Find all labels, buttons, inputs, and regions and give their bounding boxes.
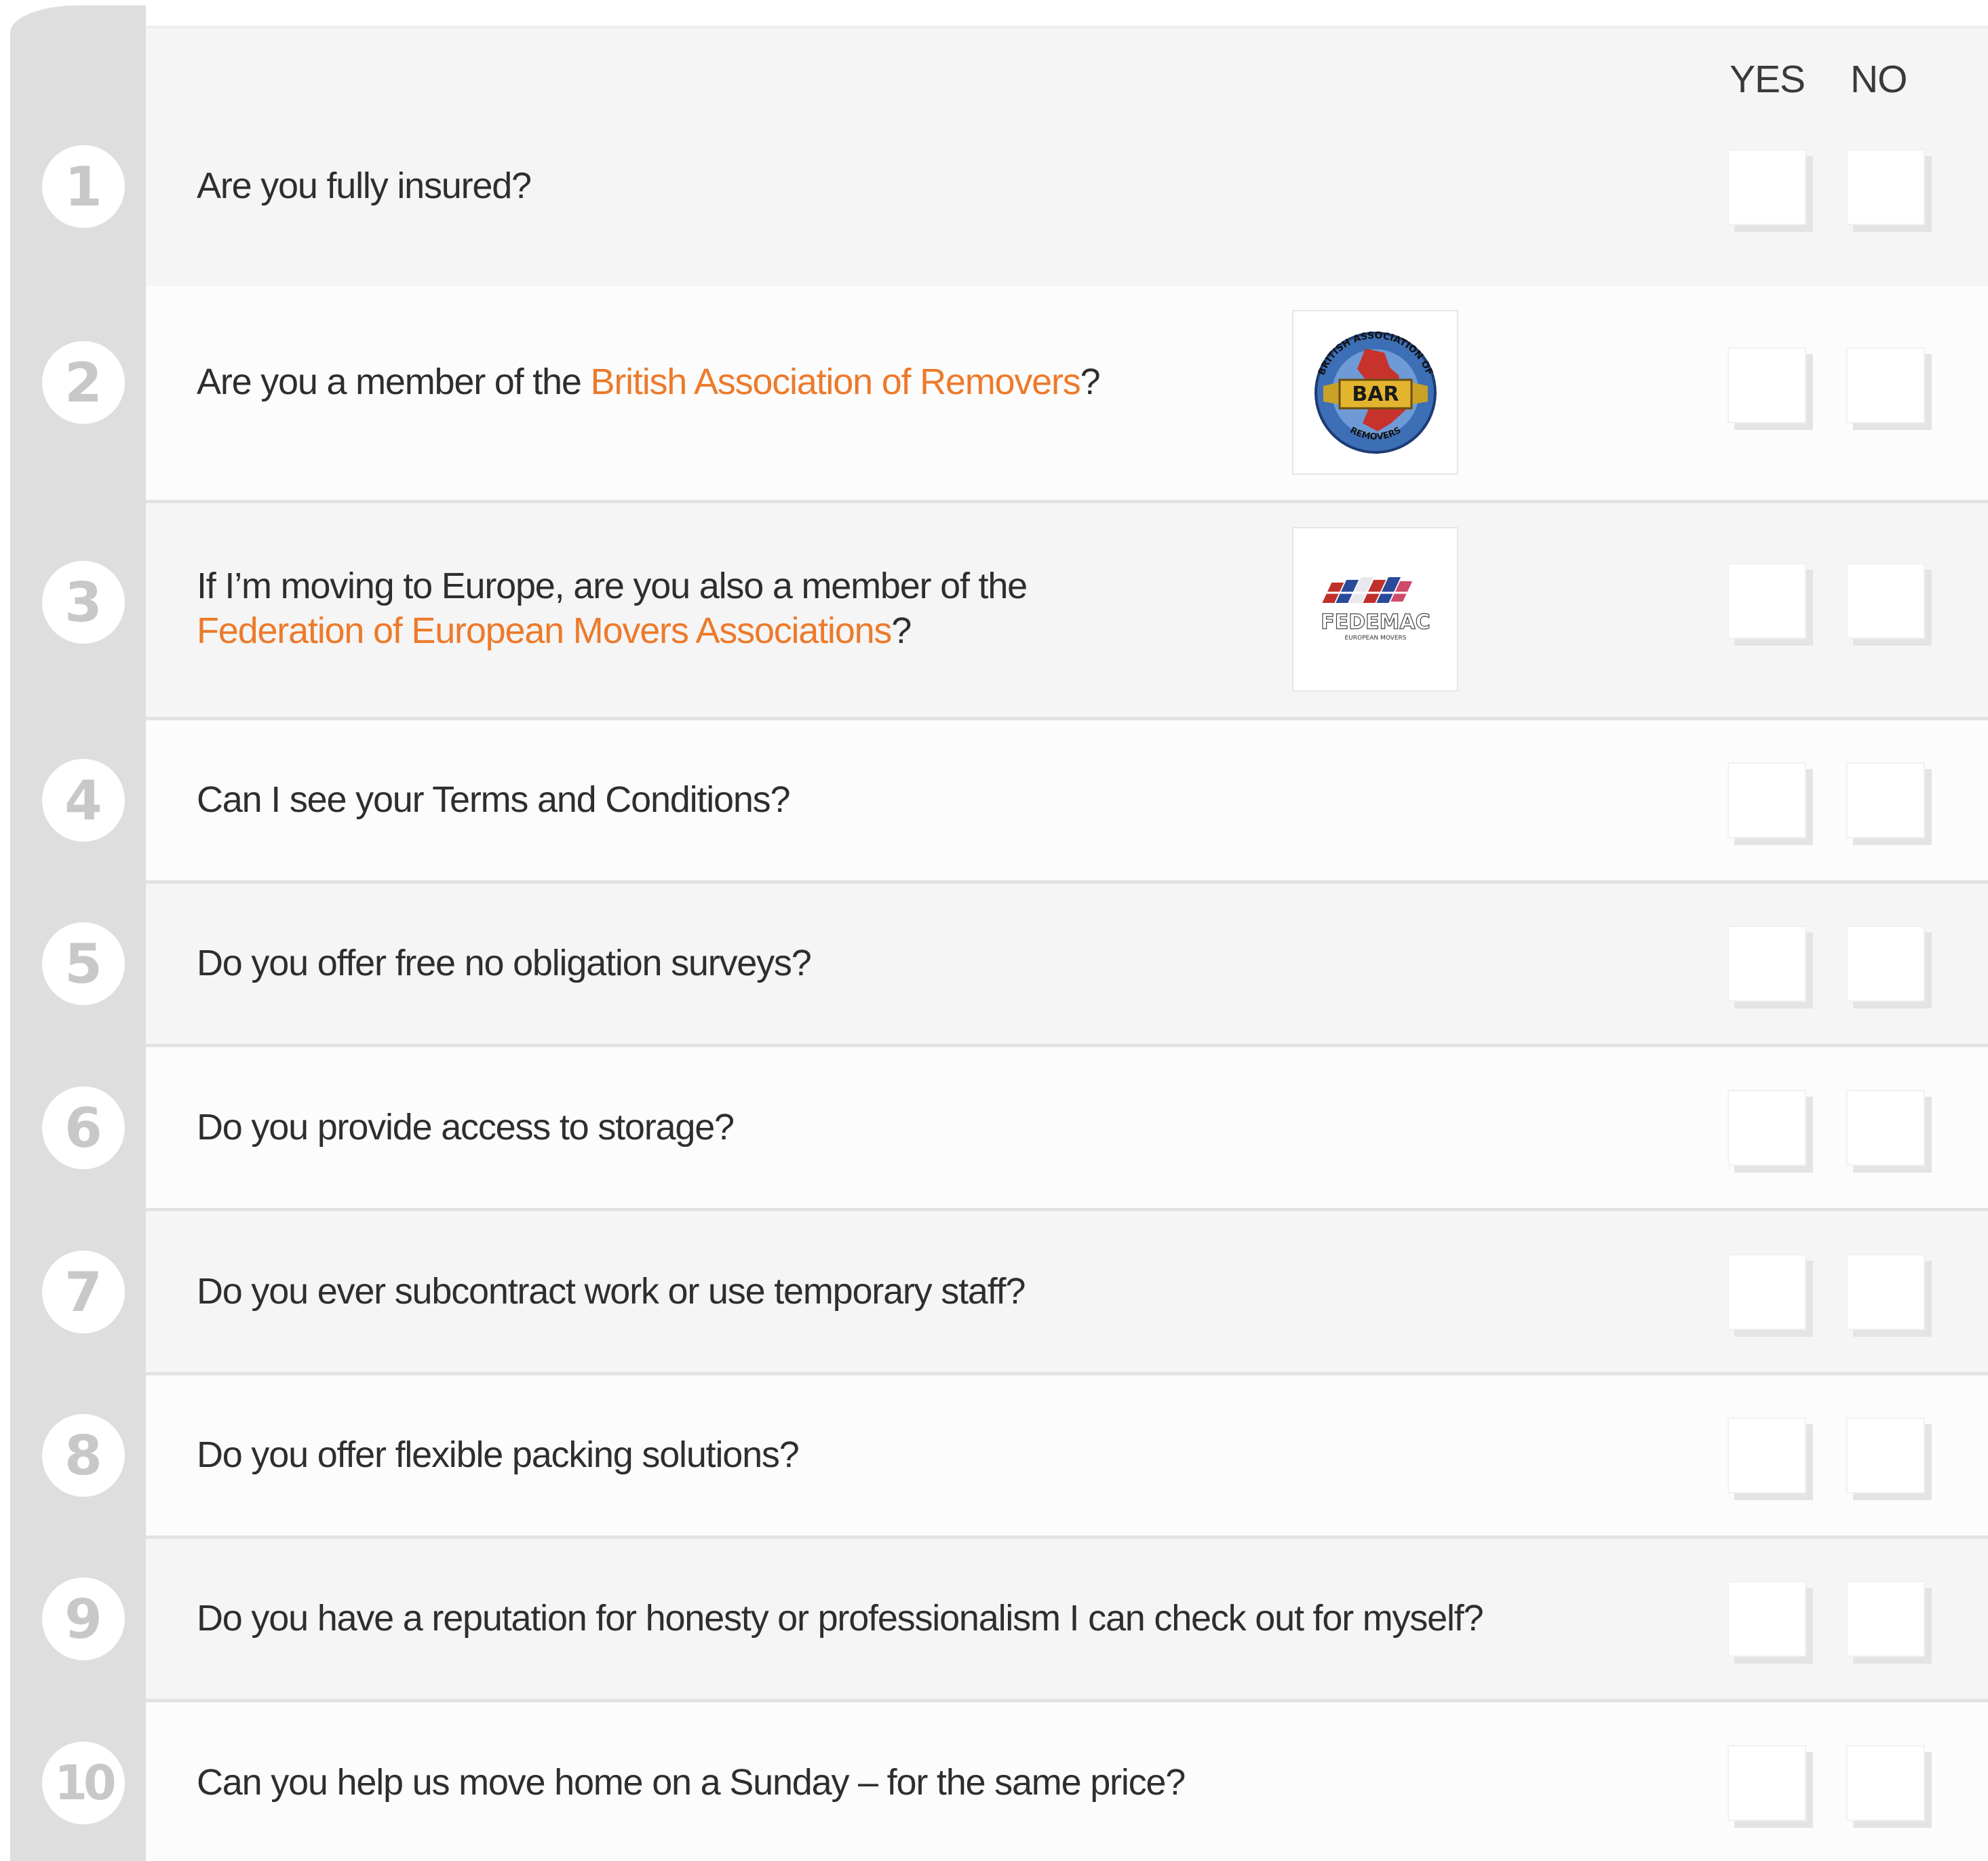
bar-logo-icon: BAR BRITISH ASSOCIATION OF REMOVERS <box>1314 330 1437 454</box>
bar-logo: BAR BRITISH ASSOCIATION OF REMOVERS <box>1292 310 1458 475</box>
no-checkbox[interactable] <box>1846 149 1925 225</box>
question-text: Do you have a reputation for honesty or … <box>197 1598 1484 1639</box>
question-number-badge: 2 <box>42 341 125 424</box>
question-text-part: Are you a member of the <box>197 361 591 402</box>
question-text: Can you help us move home on a Sunday – … <box>197 1762 1186 1803</box>
fedemac-logo-text: FEDEMAC <box>1321 610 1430 634</box>
no-checkbox[interactable] <box>1846 1090 1925 1166</box>
no-checkbox[interactable] <box>1846 563 1925 639</box>
yes-checkbox[interactable] <box>1728 347 1806 423</box>
question-number-badge: 8 <box>42 1414 125 1497</box>
no-checkbox[interactable] <box>1846 1581 1925 1657</box>
fedemac-logo: FEDEMAC EUROPEAN MOVERS <box>1292 527 1458 692</box>
bar-logo-text: BAR <box>1352 383 1399 406</box>
fedemac-logo-subtext: EUROPEAN MOVERS <box>1344 635 1406 642</box>
bar-link[interactable]: British Association of Removers <box>591 361 1081 402</box>
no-checkbox[interactable] <box>1846 1254 1925 1330</box>
yes-checkbox[interactable] <box>1728 762 1806 838</box>
no-checkbox[interactable] <box>1846 347 1925 423</box>
question-text: If I’m moving to Europe, are you also a … <box>197 564 1028 653</box>
checklist-sheet: YES NO 1 Are you fully insured? BAR BRIT… <box>0 0 1988 1861</box>
question-text: Do you offer flexible packing solutions? <box>197 1434 800 1475</box>
yes-checkbox[interactable] <box>1728 149 1806 225</box>
yes-checkbox[interactable] <box>1728 1417 1806 1493</box>
fedemac-link[interactable]: Federation of European Movers Associatio… <box>197 610 892 651</box>
no-column-header: NO <box>1850 58 1907 101</box>
row-1-background <box>146 231 1988 286</box>
fedemac-logo-icon: FEDEMAC EUROPEAN MOVERS <box>1320 576 1430 642</box>
yes-checkbox[interactable] <box>1728 1745 1806 1821</box>
yes-checkbox[interactable] <box>1728 1254 1806 1330</box>
question-text: Are you a member of the British Associat… <box>197 359 1101 404</box>
yes-checkbox[interactable] <box>1728 926 1806 1002</box>
question-number-badge: 4 <box>42 759 125 842</box>
question-text: Do you offer free no obligation surveys? <box>197 943 812 983</box>
yes-checkbox[interactable] <box>1728 1090 1806 1166</box>
question-number-badge: 1 <box>42 145 125 228</box>
question-number-badge: 5 <box>42 922 125 1005</box>
yes-checkbox[interactable] <box>1728 1581 1806 1657</box>
no-checkbox[interactable] <box>1846 1417 1925 1493</box>
no-checkbox[interactable] <box>1846 926 1925 1002</box>
question-number-badge: 6 <box>42 1086 125 1169</box>
question-text-line: If I’m moving to Europe, are you also a … <box>197 566 1028 606</box>
question-text: Can I see your Terms and Conditions? <box>197 779 791 820</box>
no-checkbox[interactable] <box>1846 762 1925 838</box>
yes-checkbox[interactable] <box>1728 563 1806 639</box>
question-text: Do you ever subcontract work or use temp… <box>197 1271 1026 1312</box>
question-text-part: ? <box>1080 361 1101 402</box>
question-text-part: ? <box>891 610 912 651</box>
yes-column-header: YES <box>1730 58 1806 101</box>
question-number-badge: 3 <box>42 561 125 644</box>
no-checkbox[interactable] <box>1846 1745 1925 1821</box>
question-number-badge: 10 <box>42 1742 125 1824</box>
question-text: Are you fully insured? <box>197 165 532 206</box>
question-number-badge: 7 <box>42 1251 125 1333</box>
question-number-badge: 9 <box>42 1578 125 1660</box>
question-text: Do you provide access to storage? <box>197 1107 735 1148</box>
